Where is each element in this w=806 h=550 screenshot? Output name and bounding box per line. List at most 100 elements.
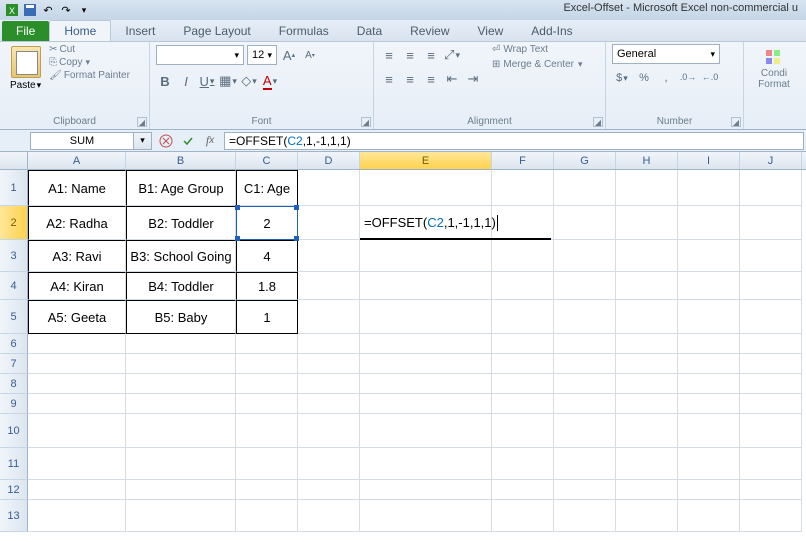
cell-i4[interactable]	[678, 272, 740, 300]
cell-a8[interactable]	[28, 374, 126, 394]
increase-font-button[interactable]: A▴	[280, 45, 298, 65]
cell-c11[interactable]	[236, 448, 298, 480]
cell-i6[interactable]	[678, 334, 740, 354]
cell-a6[interactable]	[28, 334, 126, 354]
cell-g9[interactable]	[554, 394, 616, 414]
cell-h10[interactable]	[616, 414, 678, 448]
copy-button[interactable]: ⎘Copy	[49, 57, 130, 68]
cell-d3[interactable]	[298, 240, 360, 272]
cell-h9[interactable]	[616, 394, 678, 414]
cell-f10[interactable]	[492, 414, 554, 448]
cell-b13[interactable]	[126, 500, 236, 532]
cell-c10[interactable]	[236, 414, 298, 448]
cell-f7[interactable]	[492, 354, 554, 374]
col-header-j[interactable]: J	[740, 152, 802, 169]
cell-e7[interactable]	[360, 354, 492, 374]
cell-h3[interactable]	[616, 240, 678, 272]
cell-j7[interactable]	[740, 354, 802, 374]
cell-a9[interactable]	[28, 394, 126, 414]
cell-i11[interactable]	[678, 448, 740, 480]
accounting-format-button[interactable]: $	[612, 72, 632, 84]
cell-c6[interactable]	[236, 334, 298, 354]
cell-j8[interactable]	[740, 374, 802, 394]
cell-i8[interactable]	[678, 374, 740, 394]
cell-b4[interactable]: B4: Toddler	[126, 272, 236, 300]
cell-f4[interactable]	[492, 272, 554, 300]
cell-b11[interactable]	[126, 448, 236, 480]
fill-color-button[interactable]: ◇	[240, 71, 258, 91]
increase-indent-button[interactable]: ⇥	[464, 69, 482, 89]
col-header-g[interactable]: G	[554, 152, 616, 169]
cell-j12[interactable]	[740, 480, 802, 500]
cell-c12[interactable]	[236, 480, 298, 500]
row-header-4[interactable]: 4	[0, 272, 28, 300]
cell-d4[interactable]	[298, 272, 360, 300]
italic-button[interactable]: I	[177, 71, 195, 91]
cell-b2[interactable]: B2: Toddler	[126, 206, 236, 240]
cell-h13[interactable]	[616, 500, 678, 532]
cell-d1[interactable]	[298, 170, 360, 206]
cell-h11[interactable]	[616, 448, 678, 480]
number-format-dropdown[interactable]: General▾	[612, 44, 720, 64]
cell-d11[interactable]	[298, 448, 360, 480]
cell-b6[interactable]	[126, 334, 236, 354]
cell-g6[interactable]	[554, 334, 616, 354]
cell-e11[interactable]	[360, 448, 492, 480]
cell-e9[interactable]	[360, 394, 492, 414]
cell-a12[interactable]	[28, 480, 126, 500]
cell-e3[interactable]	[360, 240, 492, 272]
cell-i7[interactable]	[678, 354, 740, 374]
cell-i3[interactable]	[678, 240, 740, 272]
col-header-e[interactable]: E	[360, 152, 492, 169]
row-header-13[interactable]: 13	[0, 500, 28, 532]
name-box-dropdown-icon[interactable]: ▾	[134, 132, 152, 150]
cell-b7[interactable]	[126, 354, 236, 374]
cell-g1[interactable]	[554, 170, 616, 206]
cell-a3[interactable]: A3: Ravi	[28, 240, 126, 272]
cell-c1[interactable]: C1: Age	[236, 170, 298, 206]
cell-f2[interactable]	[492, 206, 554, 240]
col-header-f[interactable]: F	[492, 152, 554, 169]
tab-data[interactable]: Data	[343, 21, 396, 41]
cell-d13[interactable]	[298, 500, 360, 532]
bold-button[interactable]: B	[156, 71, 174, 91]
cell-j6[interactable]	[740, 334, 802, 354]
cell-a5[interactable]: A5: Geeta	[28, 300, 126, 334]
col-header-a[interactable]: A	[28, 152, 126, 169]
formula-input[interactable]: =OFFSET(C2,1,-1,1,1)	[224, 132, 804, 150]
cell-j13[interactable]	[740, 500, 802, 532]
col-header-h[interactable]: H	[616, 152, 678, 169]
cell-a7[interactable]	[28, 354, 126, 374]
cell-c2[interactable]: 2	[236, 206, 298, 240]
cell-g3[interactable]	[554, 240, 616, 272]
paste-button[interactable]: Paste	[6, 44, 45, 93]
align-center-button[interactable]: ≡	[401, 69, 419, 89]
tab-formulas[interactable]: Formulas	[265, 21, 343, 41]
decrease-font-button[interactable]: A▾	[301, 45, 319, 65]
row-header-5[interactable]: 5	[0, 300, 28, 334]
cell-f9[interactable]	[492, 394, 554, 414]
cell-j9[interactable]	[740, 394, 802, 414]
cell-h1[interactable]	[616, 170, 678, 206]
cell-f1[interactable]	[492, 170, 554, 206]
cell-c13[interactable]	[236, 500, 298, 532]
conditional-formatting-button[interactable]: Condi Format	[750, 44, 798, 90]
alignment-expand-icon[interactable]: ◢	[593, 117, 603, 127]
cell-j1[interactable]	[740, 170, 802, 206]
cell-b10[interactable]	[126, 414, 236, 448]
cell-c5[interactable]: 1	[236, 300, 298, 334]
cell-i12[interactable]	[678, 480, 740, 500]
cell-c7[interactable]	[236, 354, 298, 374]
cell-c9[interactable]	[236, 394, 298, 414]
cell-d6[interactable]	[298, 334, 360, 354]
select-all-corner[interactable]	[0, 152, 28, 169]
cell-a4[interactable]: A4: Kiran	[28, 272, 126, 300]
cell-e8[interactable]	[360, 374, 492, 394]
percent-format-button[interactable]: %	[634, 72, 654, 84]
col-header-i[interactable]: I	[678, 152, 740, 169]
cell-f6[interactable]	[492, 334, 554, 354]
cell-g7[interactable]	[554, 354, 616, 374]
cell-j5[interactable]	[740, 300, 802, 334]
cell-g13[interactable]	[554, 500, 616, 532]
cell-c4[interactable]: 1.8	[236, 272, 298, 300]
